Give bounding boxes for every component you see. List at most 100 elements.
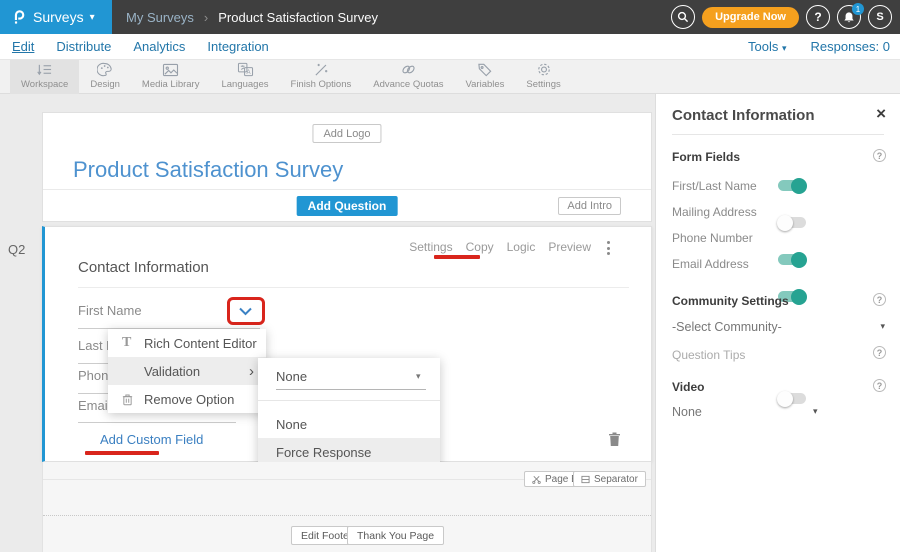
svg-text:A: A [246, 69, 251, 76]
product-switcher[interactable]: Surveys ▾ [0, 0, 112, 34]
text-editor-icon: T [122, 335, 144, 351]
community-select[interactable]: -Select Community- [672, 320, 782, 334]
thank-you-page-button[interactable]: Thank You Page [347, 526, 444, 545]
tools-menu[interactable]: Tools ▾ [748, 39, 787, 54]
tab-distribute[interactable]: Distribute [56, 39, 111, 54]
notifications-button[interactable]: 1 [837, 5, 861, 29]
search-button[interactable] [671, 5, 695, 29]
community-settings-heading: Community Settings [672, 294, 789, 308]
translate-icon: A [237, 62, 254, 77]
page-footer-panel: Page Break Separator Edit Footer Thank Y… [42, 462, 652, 552]
breadcrumb-parent[interactable]: My Surveys [126, 10, 194, 25]
card-divider [43, 189, 651, 190]
toolbar-item-advance-quotas[interactable]: Advance Quotas [362, 60, 454, 95]
close-icon[interactable]: × [876, 105, 886, 122]
field-context-menu: T Rich Content Editor Validation › Remov… [108, 329, 266, 413]
menu-item-rich-content-editor[interactable]: T Rich Content Editor [108, 329, 266, 357]
menu-item-label: Validation [144, 364, 200, 379]
toggle-first-last-name[interactable] [778, 180, 806, 191]
toolbar-item-languages[interactable]: A Languages [210, 60, 279, 95]
toggle-question-tips[interactable] [778, 393, 806, 404]
add-intro-button[interactable]: Add Intro [558, 197, 621, 215]
link-chain-icon [400, 62, 417, 77]
validation-select-value[interactable]: None [276, 369, 307, 384]
survey-header-card: Add Logo Product Satisfaction Survey Add… [42, 112, 652, 222]
responses-count[interactable]: Responses: 0 [811, 39, 891, 54]
separator-label: Separator [594, 474, 638, 485]
help-circle-icon[interactable]: ? [873, 293, 886, 306]
option-label: Force Response [276, 445, 371, 460]
dot [607, 252, 610, 255]
menu-item-validation[interactable]: Validation › [108, 357, 266, 385]
toggle-mailing-address[interactable] [778, 217, 806, 228]
toolbar-item-design[interactable]: Design [79, 60, 131, 95]
question-action-preview[interactable]: Preview [548, 240, 591, 254]
nav-tabs: Edit Distribute Analytics Integration [12, 34, 269, 59]
toggle-label-email-address: Email Address [672, 257, 749, 271]
question-action-settings[interactable]: Settings [409, 240, 452, 254]
question-more-menu[interactable] [605, 239, 612, 257]
sidebar-title: Contact Information [672, 107, 815, 124]
delete-question-trash-icon[interactable] [608, 431, 621, 447]
submenu-arrow-icon: › [249, 364, 254, 379]
tab-integration[interactable]: Integration [207, 39, 268, 54]
toolbar-item-variables[interactable]: Variables [455, 60, 516, 95]
separator-button[interactable]: Separator [573, 471, 646, 487]
menu-item-label: Rich Content Editor [144, 336, 257, 351]
magic-wand-icon [313, 62, 329, 77]
separator-icon [581, 475, 590, 484]
annotation-chevron-box [227, 297, 265, 325]
video-select[interactable]: None [672, 405, 702, 419]
toolbar-item-label: Advance Quotas [373, 79, 443, 90]
survey-title[interactable]: Product Satisfaction Survey [73, 157, 343, 183]
scissors-icon [532, 475, 541, 484]
toolbar-item-label: Workspace [21, 79, 68, 90]
toolbar-item-settings[interactable]: Settings [515, 60, 571, 95]
tab-analytics[interactable]: Analytics [133, 39, 185, 54]
editor-toolbar: Workspace Design Media Library A Languag… [0, 60, 900, 94]
survey-nav: Edit Distribute Analytics Integration To… [0, 34, 900, 60]
add-question-button[interactable]: Add Question [297, 196, 398, 216]
option-label: None [276, 417, 307, 432]
survey-canvas: Add Logo Product Satisfaction Survey Add… [0, 94, 655, 552]
toggle-label-first-last-name: First/Last Name [672, 179, 757, 193]
submenu-divider [258, 400, 440, 401]
help-circle-icon[interactable]: ? [873, 346, 886, 359]
chevron-down-icon: ▾ [782, 43, 787, 53]
help-circle-icon[interactable]: ? [873, 379, 886, 392]
question-action-logic[interactable]: Logic [507, 240, 536, 254]
search-icon [677, 11, 689, 23]
annotation-add-custom-field-underline [85, 451, 159, 455]
question-code: Q2 [8, 242, 25, 257]
product-switcher-label: Surveys [33, 9, 84, 25]
toggle-label-question-tips: Question Tips [672, 348, 745, 362]
toolbar-item-label: Languages [221, 79, 268, 90]
account-avatar[interactable]: S [868, 5, 892, 29]
toggle-phone-number[interactable] [778, 254, 806, 265]
add-custom-field-link[interactable]: Add Custom Field [100, 432, 203, 447]
toolbar-item-label: Variables [466, 79, 505, 90]
toolbar-item-media-library[interactable]: Media Library [131, 60, 211, 95]
add-logo-button[interactable]: Add Logo [312, 124, 381, 143]
toggle-label-phone-number: Phone Number [672, 231, 753, 245]
toolbar-item-workspace[interactable]: Workspace [10, 60, 79, 95]
validation-select-caret-icon: ▾ [416, 371, 421, 382]
toolbar-item-label: Design [90, 79, 120, 90]
gear-icon [536, 62, 552, 77]
tag-icon [477, 62, 493, 77]
dot [607, 247, 610, 250]
trash-icon [122, 393, 144, 406]
menu-item-remove-option[interactable]: Remove Option [108, 385, 266, 413]
upgrade-now-button[interactable]: Upgrade Now [702, 7, 799, 28]
footer-dotted-divider [43, 515, 651, 516]
help-button[interactable]: ? [806, 5, 830, 29]
toolbar-item-finish-options[interactable]: Finish Options [280, 60, 363, 95]
toolbar-item-label: Settings [526, 79, 560, 90]
question-title[interactable]: Contact Information [78, 259, 209, 276]
validation-option-none[interactable]: None [258, 410, 440, 438]
tab-edit[interactable]: Edit [12, 39, 34, 54]
question-action-copy[interactable]: Copy [466, 240, 494, 254]
help-circle-icon[interactable]: ? [873, 149, 886, 162]
breadcrumb: My Surveys › Product Satisfaction Survey [126, 0, 378, 34]
top-header: Surveys ▾ My Surveys › Product Satisfact… [0, 0, 900, 34]
